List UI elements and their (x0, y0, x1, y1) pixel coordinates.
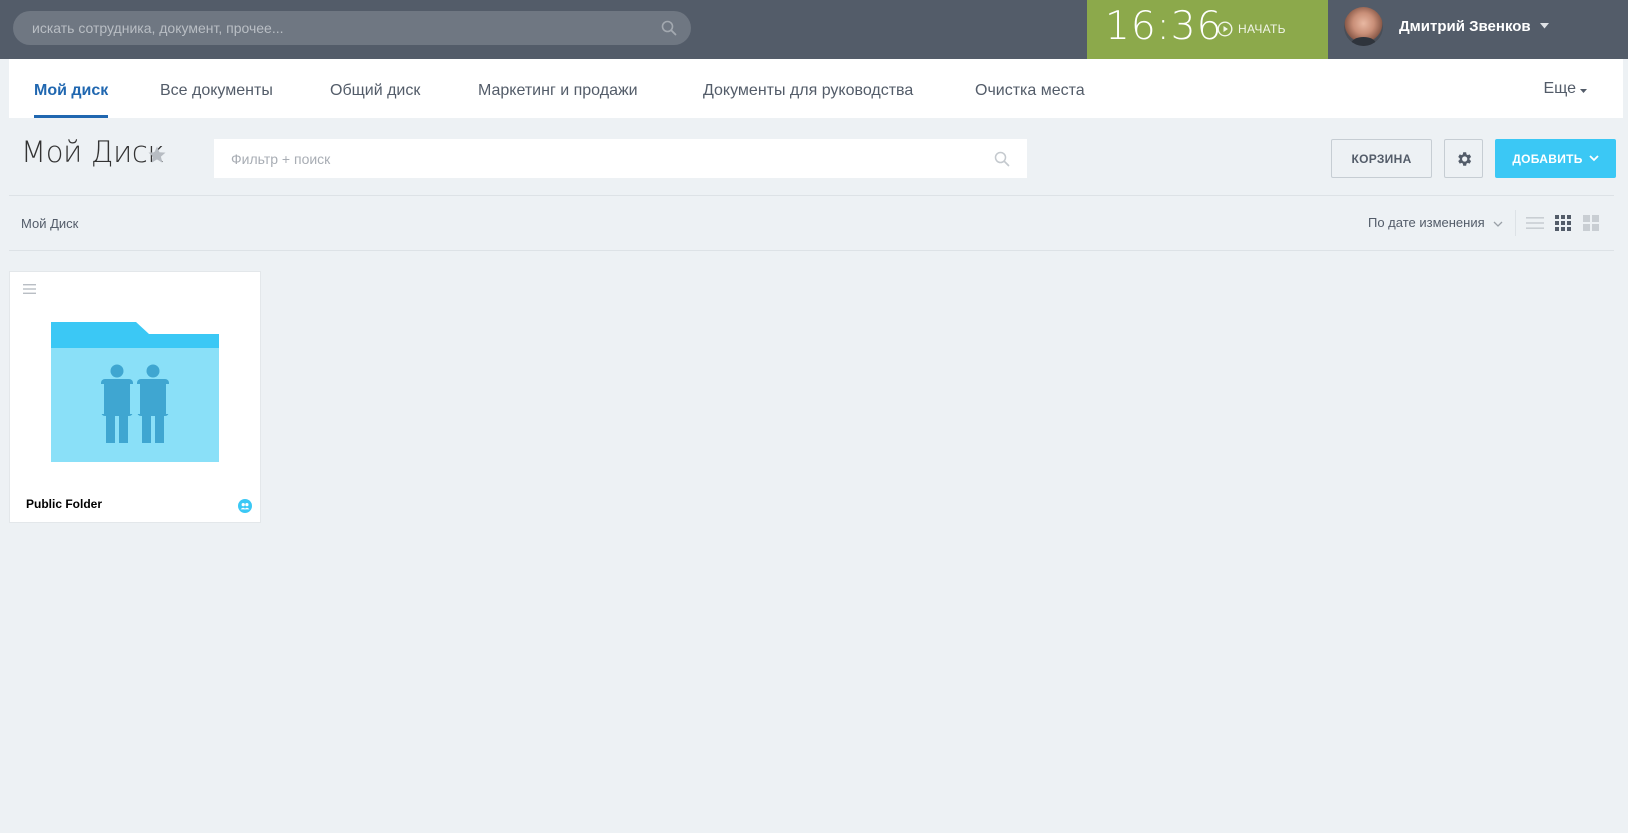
user-name[interactable]: Дмитрий Звенков (1399, 18, 1531, 35)
tab-cleanup[interactable]: Очистка места (975, 59, 1085, 118)
gear-icon (1457, 151, 1471, 166)
tab-my-disk[interactable]: Мой диск (34, 59, 109, 118)
chevron-down-icon (1589, 155, 1599, 162)
menu-icon[interactable] (23, 284, 36, 294)
settings-button[interactable] (1444, 139, 1483, 178)
tabs-more-button[interactable]: Еще (1543, 59, 1587, 118)
shared-users-icon (238, 499, 252, 513)
avatar[interactable] (1344, 6, 1383, 46)
play-icon (1217, 21, 1233, 37)
breadcrumb[interactable]: Мой Диск (21, 216, 78, 231)
tab-management-docs[interactable]: Документы для руководства (703, 59, 913, 118)
folder-card[interactable]: Public Folder (9, 271, 261, 523)
tab-marketing-sales[interactable]: Маркетинг и продажи (478, 59, 638, 118)
trash-button[interactable]: КОРЗИНА (1331, 139, 1432, 178)
divider (9, 250, 1614, 251)
timer-clock: 16:36 (1105, 4, 1223, 49)
page-title: Мой Диск (21, 135, 165, 169)
start-workday-label: НАЧАТЬ (1238, 22, 1286, 36)
start-workday-button[interactable]: НАЧАТЬ (1217, 19, 1286, 39)
divider (1515, 210, 1516, 236)
chevron-down-icon (1580, 88, 1587, 93)
tabs-more-label: Еще (1543, 79, 1576, 97)
add-button[interactable]: ДОБАВИТЬ (1495, 139, 1616, 178)
filter-search[interactable] (214, 139, 1027, 178)
global-search-input[interactable] (13, 11, 653, 45)
add-button-label: ДОБАВИТЬ (1512, 151, 1583, 166)
tab-all-documents[interactable]: Все документы (160, 59, 273, 118)
chevron-down-icon (1493, 221, 1503, 227)
work-timer[interactable]: 16:36 НАЧАТЬ (1087, 0, 1328, 59)
filter-search-input[interactable] (215, 140, 985, 177)
folder-name[interactable]: Public Folder (26, 497, 102, 511)
tile-view-icon[interactable] (1582, 214, 1600, 232)
search-icon[interactable] (994, 151, 1010, 167)
search-icon[interactable] (661, 20, 677, 36)
tab-shared-disk[interactable]: Общий диск (330, 59, 420, 118)
top-header: 16:36 НАЧАТЬ Дмитрий Звенков (0, 0, 1628, 59)
list-view-icon[interactable] (1526, 214, 1544, 232)
disk-tabs: Мой диск Все документы Общий диск Маркет… (9, 59, 1623, 118)
grid-view-icon[interactable] (1554, 214, 1572, 232)
divider (9, 195, 1614, 196)
shared-folder-icon (51, 322, 219, 462)
sort-dropdown[interactable]: По дате изменения (1368, 215, 1503, 230)
chevron-down-icon[interactable] (1539, 23, 1549, 29)
star-icon[interactable] (147, 145, 167, 165)
sort-label: По дате изменения (1368, 215, 1485, 230)
global-search[interactable] (13, 11, 691, 45)
user-menu[interactable]: Дмитрий Звенков (1344, 6, 1549, 46)
